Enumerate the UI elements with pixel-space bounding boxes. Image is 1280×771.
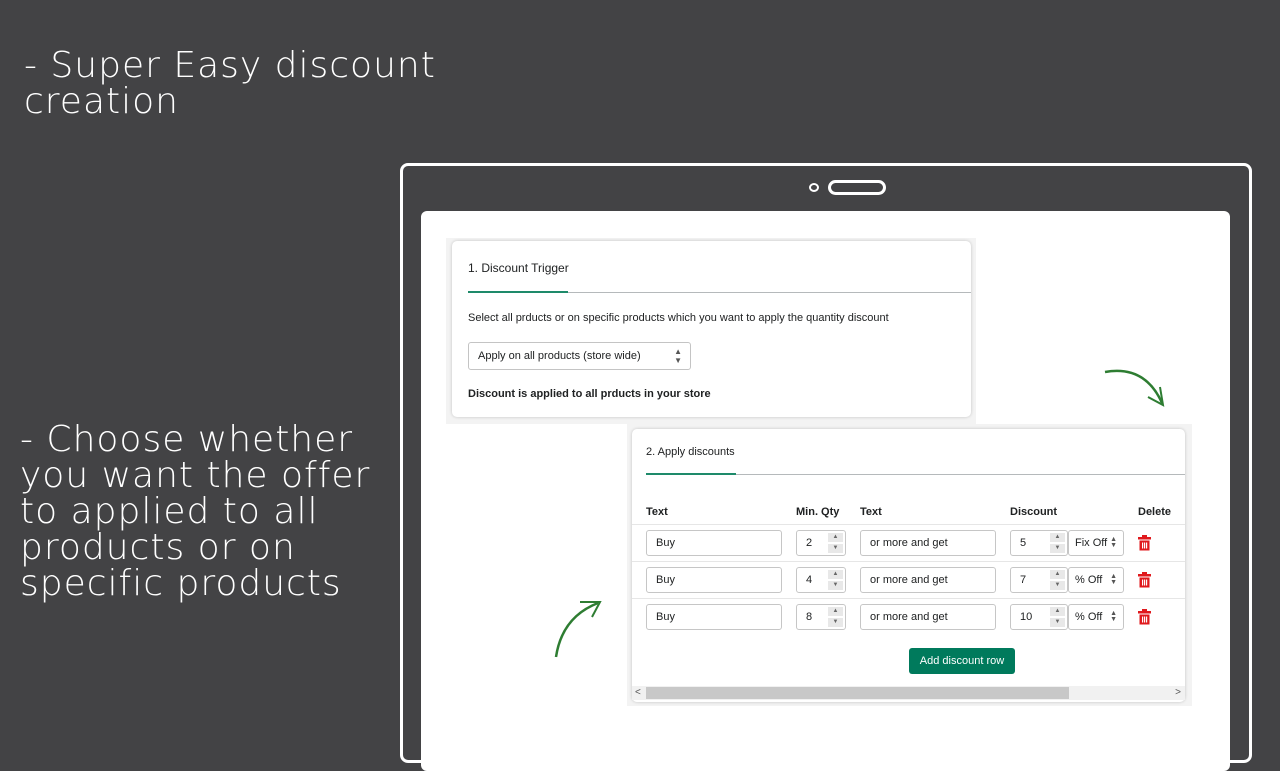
min-qty-input[interactable]: 2 ▲ ▼	[796, 530, 846, 556]
input-value: 8	[806, 611, 813, 623]
text-input[interactable]: Buy	[646, 567, 782, 593]
stepper[interactable]: ▲ ▼	[828, 607, 843, 627]
trash-icon[interactable]	[1138, 572, 1151, 588]
select-value: % Off	[1075, 611, 1103, 623]
table-row: Buy 8 ▲ ▼ or more and get 10 ▲ ▼ % Off ▲ ▼	[632, 598, 1185, 635]
input-value: or more and get	[870, 611, 948, 623]
select-arrows-icon: ▲ ▼	[674, 347, 682, 365]
discount-input[interactable]: 10 ▲ ▼	[1010, 604, 1068, 630]
header-discount: Discount	[1010, 506, 1058, 518]
arrow-icon	[1104, 369, 1165, 407]
text-input[interactable]: Buy	[646, 530, 782, 556]
horizontal-scrollbar[interactable]: < >	[632, 686, 1185, 700]
scroll-right-icon[interactable]: >	[1175, 686, 1181, 700]
header-text2: Text	[860, 506, 882, 518]
select-value: Fix Off	[1075, 537, 1108, 549]
discount-type-select[interactable]: % Off ▲ ▼	[1068, 604, 1124, 630]
trigger-description: Select all prducts or on specific produc…	[468, 312, 889, 324]
input-value: 5	[1020, 537, 1027, 549]
input-value: 7	[1020, 574, 1027, 586]
card-title: 2. Apply discounts	[646, 446, 735, 458]
trigger-select[interactable]: Apply on all products (store wide) ▲ ▼	[468, 342, 691, 370]
input-value: or more and get	[870, 574, 948, 586]
input-value: Buy	[656, 611, 675, 623]
text2-input[interactable]: or more and get	[860, 604, 996, 630]
table-row: Buy 4 ▲ ▼ or more and get 7 ▲ ▼ % Off ▲ ▼	[632, 561, 1185, 598]
min-qty-input[interactable]: 8 ▲ ▼	[796, 604, 846, 630]
header-min-qty: Min. Qty	[796, 506, 840, 518]
input-value: 4	[806, 574, 813, 586]
caption-bottom: - Choose whether you want the offer to a…	[20, 419, 371, 604]
discount-trigger-card: 1. Discount Trigger Select all prducts o…	[452, 241, 971, 417]
stepper[interactable]: ▲ ▼	[1050, 570, 1065, 590]
caption-top: - Super Easy discount creation	[24, 45, 436, 122]
stepper[interactable]: ▲ ▼	[828, 533, 843, 553]
text-input[interactable]: Buy	[646, 604, 782, 630]
input-value: Buy	[656, 574, 675, 586]
discount-type-select[interactable]: Fix Off ▲ ▼	[1068, 530, 1124, 556]
scroll-left-icon[interactable]: <	[635, 686, 641, 700]
input-value: Buy	[656, 537, 675, 549]
header-text: Text	[646, 506, 668, 518]
arrow-icon	[554, 601, 602, 658]
stepper[interactable]: ▲ ▼	[1050, 607, 1065, 627]
text2-input[interactable]: or more and get	[860, 567, 996, 593]
discount-input[interactable]: 7 ▲ ▼	[1010, 567, 1068, 593]
discount-input[interactable]: 5 ▲ ▼	[1010, 530, 1068, 556]
camera-icon	[809, 183, 819, 192]
card-title: 1. Discount Trigger	[468, 261, 569, 275]
min-qty-input[interactable]: 4 ▲ ▼	[796, 567, 846, 593]
stepper[interactable]: ▲ ▼	[828, 570, 843, 590]
discount-type-select[interactable]: % Off ▲ ▼	[1068, 567, 1124, 593]
trash-icon[interactable]	[1138, 535, 1151, 551]
select-value: % Off	[1075, 574, 1103, 586]
input-value: or more and get	[870, 537, 948, 549]
stepper[interactable]: ▲ ▼	[1050, 533, 1065, 553]
apply-discounts-card: 2. Apply discounts Text Min. Qty Text Di…	[632, 429, 1185, 702]
trigger-note: Discount is applied to all prducts in yo…	[468, 388, 711, 400]
scrollbar-thumb[interactable]	[646, 687, 1069, 699]
add-discount-row-button[interactable]: Add discount row	[909, 648, 1015, 674]
header-delete: Delete	[1138, 506, 1172, 518]
select-value: Apply on all products (store wide)	[478, 350, 641, 362]
tab-underline	[646, 473, 1185, 475]
trash-icon[interactable]	[1138, 609, 1151, 625]
input-value: 2	[806, 537, 813, 549]
speaker-icon	[828, 180, 886, 195]
table-row: Buy 2 ▲ ▼ or more and get 5 ▲ ▼ Fix Off ▲ ▼	[632, 524, 1185, 561]
tab-underline	[468, 291, 971, 293]
text2-input[interactable]: or more and get	[860, 530, 996, 556]
input-value: 10	[1020, 611, 1033, 623]
